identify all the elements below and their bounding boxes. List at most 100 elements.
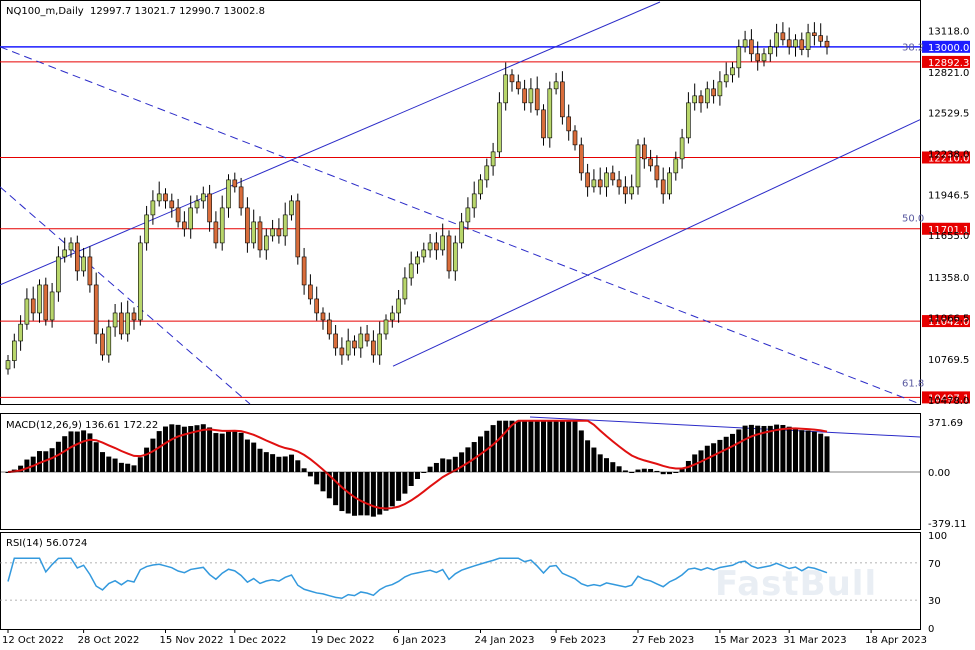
macd-bar-118 (748, 424, 754, 472)
macd-bar-7 (49, 448, 55, 472)
candle-body-57 (364, 333, 370, 342)
macd-bar-3 (24, 459, 30, 472)
macd-bar-93 (591, 447, 597, 472)
candle-body-50 (320, 312, 326, 321)
candle-body-31 (201, 193, 206, 202)
rsi-tick-3: 0 (928, 624, 934, 635)
macd-bar-19 (125, 463, 131, 472)
macd-bar-26 (169, 424, 175, 472)
macd-bar-36 (232, 430, 238, 472)
macd-bar-81 (515, 420, 521, 472)
date-label-0: 12 Oct 2022 (2, 635, 64, 646)
macd-tick-2: -379.11 (928, 519, 967, 530)
macd-bar-119 (755, 425, 761, 472)
macd-bar-128 (811, 431, 817, 472)
candle-body-75 (478, 179, 483, 195)
date-label-5: 6 Jan 2023 (393, 635, 447, 646)
candle-body-125 (793, 39, 798, 48)
candle-body-30 (194, 200, 200, 209)
candle-body-54 (345, 340, 351, 356)
macd-bar-56 (358, 472, 364, 516)
macd-bar-50 (320, 472, 326, 492)
candle-body-65 (415, 256, 420, 265)
candle-body-85 (541, 109, 546, 139)
candle-body-115 (730, 67, 735, 76)
macd-bar-70 (446, 459, 452, 472)
macd-bar-92 (585, 440, 591, 472)
candle-body-67 (427, 242, 433, 251)
candle-body-47 (301, 256, 307, 286)
candle-body-28 (182, 221, 187, 230)
candle-body-123 (780, 32, 786, 41)
macd-bar-37 (238, 432, 244, 472)
candle-body-39 (251, 221, 256, 244)
candle-body-62 (396, 298, 401, 314)
level-label-0: 13000.0 (928, 43, 969, 54)
macd-bar-33 (213, 433, 219, 472)
date-label-2: 15 Nov 2022 (160, 635, 224, 646)
macd-bar-96 (610, 462, 616, 472)
macd-bar-85 (541, 420, 546, 472)
candle-body-32 (207, 193, 212, 223)
macd-bar-122 (774, 424, 780, 472)
candle-body-13 (87, 256, 93, 286)
macd-bar-42 (270, 454, 276, 472)
candle-body-129 (818, 35, 824, 42)
candle-body-109 (692, 95, 698, 104)
candle-body-29 (188, 207, 193, 230)
candle-body-79 (503, 74, 509, 104)
macd-bar-89 (566, 420, 572, 472)
candle-body-80 (509, 74, 515, 83)
date-label-7: 9 Feb 2023 (550, 635, 606, 646)
macd-bar-88 (559, 420, 565, 472)
macd-bar-121 (767, 425, 773, 472)
candle-body-107 (679, 137, 685, 160)
macd-bar-20 (131, 465, 137, 472)
price-tick-1: 12821.0 (928, 68, 969, 79)
candle-body-106 (673, 158, 679, 174)
candle-body-93 (591, 179, 597, 188)
candle-body-124 (786, 39, 792, 48)
macd-bar-127 (805, 430, 811, 472)
candle-body-110 (698, 95, 704, 104)
candle-body-16 (106, 326, 112, 356)
candle-body-21 (138, 242, 143, 321)
candle-body-116 (736, 46, 742, 69)
candle-body-73 (465, 207, 471, 223)
candle-body-49 (314, 298, 320, 314)
macd-bar-22 (144, 447, 150, 472)
rsi-tick-0: 100 (928, 531, 947, 542)
candle-body-14 (93, 284, 99, 335)
macd-bar-101 (641, 468, 647, 472)
macd-bar-41 (263, 452, 269, 472)
watermark-text: FastBull (715, 564, 877, 604)
macd-bar-16 (106, 456, 112, 472)
macd-bar-82 (522, 420, 528, 472)
date-label-10: 31 Mar 2023 (783, 635, 846, 646)
candle-body-72 (459, 221, 464, 244)
candle-body-38 (245, 207, 250, 244)
candle-body-36 (232, 179, 238, 188)
candle-body-42 (270, 228, 275, 237)
macd-bar-77 (490, 425, 496, 472)
macd-bar-58 (370, 472, 376, 517)
macd-bar-25 (163, 426, 168, 472)
candle-body-8 (56, 256, 61, 293)
candle-body-23 (150, 200, 156, 216)
price-tick-8: 10769.5 (928, 355, 969, 366)
candle-body-2 (18, 323, 23, 342)
candle-body-120 (761, 53, 767, 62)
candle-body-24 (156, 193, 162, 202)
macd-bar-78 (496, 420, 502, 472)
price-tick-3: 12238.0 (928, 150, 969, 161)
candle-body-46 (295, 200, 301, 258)
candle-body-43 (276, 228, 282, 237)
price-tick-0: 13118.0 (928, 26, 969, 37)
price-tick-2: 12529.5 (928, 109, 969, 120)
macd-bar-67 (427, 466, 433, 472)
trading-chart[interactable]: FastBull 13000.012892.312210.011701.1110… (0, 0, 975, 650)
date-label-1: 28 Oct 2022 (78, 635, 140, 646)
macd-bar-24 (156, 431, 162, 472)
candle-body-58 (371, 340, 376, 356)
candle-body-19 (125, 312, 130, 335)
